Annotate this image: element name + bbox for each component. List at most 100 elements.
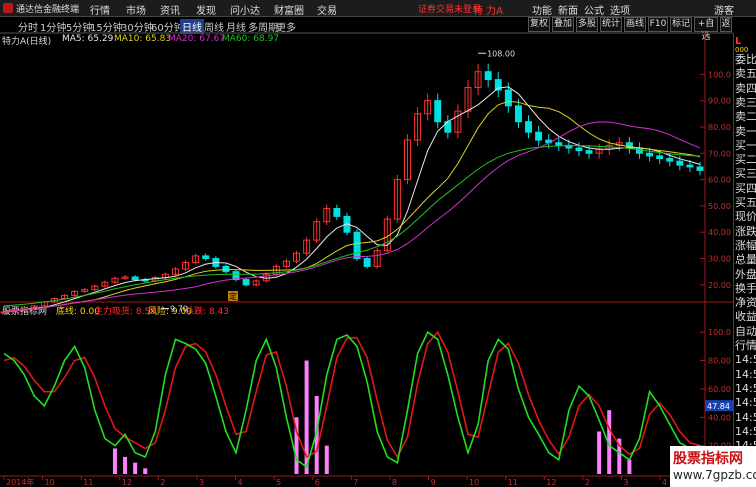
date-axis: 2014年 10 11 12 2 3 4 5 6 7 8 9 10 11 12 2 3 4 bbox=[3, 476, 667, 487]
ind-current-value: 47.84 bbox=[707, 402, 730, 411]
date-axis-label: 2 bbox=[160, 478, 165, 487]
candle-body bbox=[131, 276, 139, 281]
indicator-bar bbox=[123, 456, 128, 474]
ma20-line bbox=[3, 121, 701, 313]
candle-body bbox=[484, 71, 492, 81]
high-price-label: 108.00 bbox=[487, 49, 515, 58]
candle-body bbox=[353, 231, 361, 260]
date-axis-label: 10 bbox=[45, 478, 55, 487]
right-panel-item: 买五 bbox=[735, 196, 756, 209]
right-panel-item: 买二 bbox=[735, 153, 756, 167]
price-axis-label: 60.00 bbox=[708, 176, 731, 185]
event-marker-label: 定 bbox=[229, 291, 237, 301]
right-panel-item: 自动 bbox=[735, 324, 756, 338]
candle-body bbox=[514, 105, 522, 123]
candle-body bbox=[504, 89, 512, 107]
candle-body bbox=[585, 150, 593, 154]
right-panel-item: 行情 bbox=[735, 339, 756, 352]
right-panel-item: 14:5 bbox=[735, 396, 756, 410]
right-panel-item: 涨跌 bbox=[735, 224, 756, 238]
right-panel-item: 买一 bbox=[735, 138, 756, 152]
moving-averages bbox=[3, 86, 701, 313]
candle-body bbox=[676, 160, 684, 166]
date-axis-label: 11 bbox=[508, 478, 518, 487]
date-axis-label: 2014年 bbox=[6, 477, 34, 487]
site-watermark: 股票指标网 www.7gpzb.com bbox=[670, 446, 756, 487]
date-axis-label: 2 bbox=[585, 478, 590, 487]
date-axis-label: 7 bbox=[353, 478, 358, 487]
ind-axis-label: 100.0 bbox=[708, 328, 731, 337]
indicator-bar bbox=[627, 459, 632, 474]
right-panel-item: 卖三 bbox=[735, 95, 756, 109]
chart-canvas: 100.0 90.00 80.00 70.00 60.00 50.00 40.00 30.00… bbox=[0, 32, 733, 487]
watermark-url: www.7gpzb.com bbox=[673, 468, 756, 482]
right-panel-item: 卖四 bbox=[735, 81, 756, 95]
ind-axis-label: 80.00 bbox=[708, 357, 731, 366]
candle-body bbox=[646, 152, 654, 157]
ma10-line bbox=[3, 100, 701, 313]
chart-frame bbox=[0, 32, 733, 477]
indicator-green-line bbox=[3, 330, 701, 469]
right-quote-panel: L 000 委比 卖五 卖四 卖三 卖二 卖一 买一 买二 买三 买四 买五 现价 涨跌 涨幅 总量 外盘 换手… bbox=[733, 33, 756, 487]
right-panel-item: 14:5 bbox=[735, 410, 756, 424]
price-axis-label: 50.00 bbox=[708, 202, 731, 211]
date-axis-label: 10 bbox=[469, 478, 479, 487]
right-panel-item: 现价 bbox=[735, 210, 756, 224]
indicator-bar bbox=[143, 468, 148, 474]
ma5-line bbox=[3, 86, 701, 313]
date-axis-label: 12 bbox=[122, 478, 132, 487]
date-axis-label: 4 bbox=[662, 478, 667, 487]
candle-body bbox=[635, 147, 643, 154]
ind-axis-label: 60.00 bbox=[708, 385, 731, 394]
date-axis-label: 5 bbox=[276, 478, 281, 487]
candle-body bbox=[656, 155, 664, 160]
candle-body bbox=[242, 279, 250, 286]
indicator-red-line bbox=[3, 330, 701, 459]
right-panel-item: 14:5 bbox=[735, 381, 756, 395]
date-axis-label: 3 bbox=[199, 478, 204, 487]
candle-body bbox=[333, 208, 341, 217]
date-axis-label: 8 bbox=[392, 478, 397, 487]
indicator-lines bbox=[3, 330, 701, 469]
right-panel-item: 卖二 bbox=[735, 110, 756, 124]
right-panel-item: 买四 bbox=[735, 181, 756, 195]
price-axis-label: 30.00 bbox=[708, 255, 731, 264]
right-panel-item: 总量 bbox=[735, 253, 756, 267]
right-panel-item: 14:5 bbox=[735, 367, 756, 381]
price-axis-label: 70.00 bbox=[708, 149, 731, 158]
candle-body bbox=[686, 164, 694, 168]
right-panel-item: 14:5 bbox=[735, 424, 756, 438]
right-panel-item: 委比 bbox=[735, 53, 756, 66]
date-axis-label: 4 bbox=[238, 478, 243, 487]
right-panel-item: 收益 bbox=[735, 310, 756, 324]
right-panel-item: 卖五 bbox=[735, 67, 756, 81]
date-axis-label: 6 bbox=[315, 478, 320, 487]
right-panel-item: 卖一 bbox=[735, 124, 756, 138]
candle-body bbox=[696, 166, 704, 171]
indicator-bar bbox=[324, 445, 329, 474]
watermark-title: 股票指标网 bbox=[673, 451, 743, 467]
right-panel-item: 买三 bbox=[735, 167, 756, 181]
date-axis-label: 12 bbox=[546, 478, 556, 487]
right-panel-item: 14:5 bbox=[735, 353, 756, 367]
price-axis-label: 90.00 bbox=[708, 97, 731, 106]
ind-axis-label: 40.00 bbox=[708, 413, 731, 422]
date-axis-label: 11 bbox=[83, 478, 93, 487]
candle-body bbox=[575, 147, 583, 152]
candle-body bbox=[363, 258, 371, 267]
price-axis-label: 100.0 bbox=[708, 70, 731, 79]
date-axis-label: 9 bbox=[430, 478, 435, 487]
candle-body bbox=[434, 100, 442, 123]
candle-body bbox=[525, 121, 533, 133]
right-panel-item: 净资 bbox=[735, 296, 756, 310]
indicator-bar bbox=[597, 431, 602, 474]
candle-body bbox=[535, 131, 543, 141]
candle-body bbox=[555, 142, 563, 146]
price-axis-label: 80.00 bbox=[708, 123, 731, 132]
low-price-label: 9.70 bbox=[170, 305, 188, 314]
candlesticks bbox=[0, 63, 704, 314]
date-axis-label: 3 bbox=[623, 478, 628, 487]
price-axis-label: 20.00 bbox=[708, 281, 731, 290]
indicator-bar bbox=[133, 462, 138, 474]
right-panel-item: 涨幅 bbox=[735, 238, 756, 252]
